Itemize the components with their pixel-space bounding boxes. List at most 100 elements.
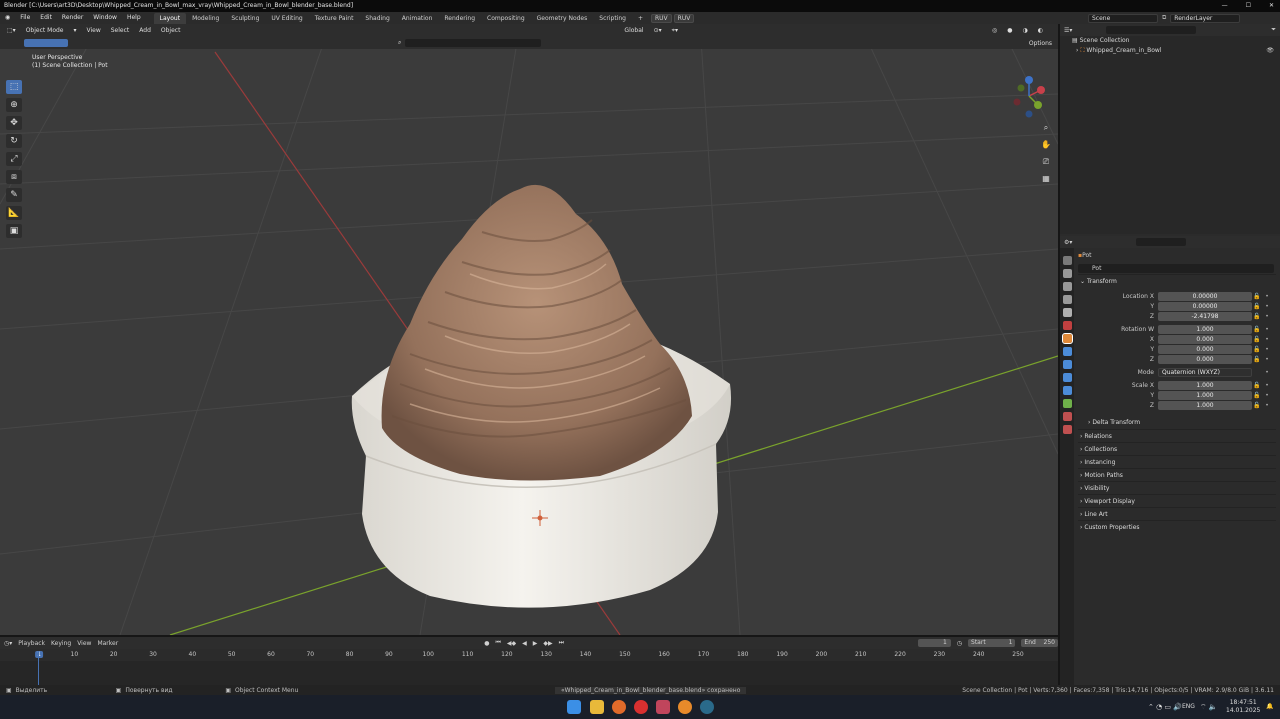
editor-type-icon[interactable]: ⬚▾: [4, 25, 19, 36]
physics-tab-icon[interactable]: [1062, 373, 1072, 382]
visibility-eye-icon[interactable]: 👁: [1266, 46, 1274, 56]
tool-tab-icon[interactable]: [1062, 256, 1072, 265]
timeline-track-area[interactable]: [0, 651, 1058, 685]
lock-icon[interactable]: 🔓: [1252, 293, 1262, 300]
anydesk-icon[interactable]: [656, 700, 670, 714]
ortho-grid-icon[interactable]: ▦: [1040, 173, 1052, 185]
tab-sculpting[interactable]: Sculpting: [225, 13, 265, 24]
rotation-w-field[interactable]: 1.000: [1158, 324, 1252, 334]
output-tab-icon[interactable]: [1062, 282, 1072, 291]
keyframe-dot-icon[interactable]: •: [1262, 326, 1272, 333]
scale-y-field[interactable]: 1.000: [1158, 390, 1252, 400]
texture-tab-icon[interactable]: [1062, 425, 1072, 434]
close-icon[interactable]: ✕: [1269, 0, 1274, 12]
lock-icon[interactable]: 🔓: [1252, 382, 1262, 389]
keyframe-dot-icon[interactable]: •: [1262, 382, 1272, 389]
timeline-menu-keying[interactable]: Keying: [51, 640, 71, 647]
viewport-menu-view[interactable]: View: [84, 25, 104, 36]
lock-icon[interactable]: 🔓: [1252, 326, 1262, 333]
notifications-icon[interactable]: 🔔: [1266, 703, 1273, 710]
end-frame-field[interactable]: End 250: [1021, 639, 1058, 647]
filter-icon[interactable]: ⏷: [1271, 26, 1276, 34]
rotation-mode-dropdown[interactable]: Quaternion (WXYZ): [1158, 367, 1252, 377]
add-workspace-icon[interactable]: +: [632, 13, 649, 24]
shading-material-icon[interactable]: ◑: [1020, 25, 1031, 36]
location-y-field[interactable]: 0.00000: [1158, 301, 1252, 311]
firefox-icon[interactable]: [612, 700, 626, 714]
orientation-dropdown[interactable]: Global: [621, 25, 646, 36]
keyframe-dot-icon[interactable]: •: [1262, 336, 1272, 343]
measure-icon[interactable]: 📐: [6, 206, 22, 220]
network-volume-icon[interactable]: ⌔ 🔈: [1200, 703, 1218, 712]
tab-animation[interactable]: Animation: [396, 13, 439, 24]
tab-shading[interactable]: Shading: [359, 13, 395, 24]
mode-dropdown[interactable]: Object Mode: [23, 25, 67, 36]
constraints-tab-icon[interactable]: [1062, 386, 1072, 395]
camera-view-icon[interactable]: ⎚: [1040, 156, 1052, 168]
viewport-search-icon[interactable]: ⌕: [398, 39, 401, 47]
viewport-filter-input[interactable]: [405, 39, 542, 47]
shading-wireframe-icon[interactable]: ◎: [989, 25, 1000, 36]
timeline-menu-playback[interactable]: Playback: [18, 640, 45, 647]
timeline-menu-marker[interactable]: Marker: [97, 640, 118, 647]
shading-rendered-icon[interactable]: ◐: [1035, 25, 1046, 36]
properties-editor-icon[interactable]: ⚙▾: [1064, 239, 1072, 246]
lock-icon[interactable]: 🔓: [1252, 402, 1262, 409]
lock-icon[interactable]: 🔓: [1252, 356, 1262, 363]
tab-uv-editing[interactable]: UV Editing: [265, 13, 308, 24]
tab-texture-paint[interactable]: Texture Paint: [309, 13, 360, 24]
file-explorer-icon[interactable]: [590, 700, 604, 714]
start-frame-field[interactable]: Start 1: [968, 639, 1016, 647]
keyframe-dot-icon[interactable]: •: [1262, 392, 1272, 399]
rotation-x-field[interactable]: 0.000: [1158, 334, 1252, 344]
view-layer-tab-icon[interactable]: [1062, 295, 1072, 304]
keyframe-dot-icon[interactable]: •: [1262, 313, 1272, 320]
shading-solid-icon[interactable]: ●: [1004, 25, 1015, 36]
zoom-icon[interactable]: ⌕: [1040, 122, 1052, 134]
tab-compositing[interactable]: Compositing: [481, 13, 531, 24]
app-icon[interactable]: [700, 700, 714, 714]
material-tab-icon[interactable]: [1062, 412, 1072, 421]
world-tab-icon[interactable]: [1062, 321, 1072, 330]
snap-icon[interactable]: ⌖▾: [669, 25, 681, 36]
current-frame-field[interactable]: 1: [917, 639, 951, 647]
rotation-z-field[interactable]: 0.000: [1158, 354, 1252, 364]
location-x-field[interactable]: 0.00000: [1158, 291, 1252, 301]
windows-start-icon[interactable]: [567, 700, 581, 714]
timeline-ruler[interactable]: 1 10 20 30 40 50 60 70 80 90 100 110 120 130 140 150 160…: [0, 651, 1058, 661]
minimize-icon[interactable]: —: [1222, 0, 1228, 12]
modifier-tab-icon[interactable]: [1062, 347, 1072, 356]
menu-render[interactable]: Render: [57, 12, 88, 24]
transform-panel-header[interactable]: ⌄ Transform: [1078, 274, 1276, 287]
language-indicator[interactable]: ENG: [1182, 703, 1195, 710]
lock-icon[interactable]: 🔓: [1252, 346, 1262, 353]
viewport-menu-select[interactable]: Select: [108, 25, 133, 36]
whipped-cream-model[interactable]: [381, 184, 692, 481]
options-dropdown[interactable]: Options: [1029, 40, 1058, 47]
scale-z-field[interactable]: 1.000: [1158, 400, 1252, 410]
chevron-down-icon[interactable]: ▾: [70, 25, 79, 36]
menu-file[interactable]: File: [15, 12, 35, 24]
play-icon[interactable]: ▶: [533, 640, 538, 647]
pan-hand-icon[interactable]: ✋: [1040, 139, 1052, 151]
render-tab-icon[interactable]: [1062, 269, 1072, 278]
panel-custom-properties[interactable]: › Custom Properties: [1078, 520, 1276, 533]
menu-edit[interactable]: Edit: [35, 12, 57, 24]
add-cube-icon[interactable]: ▣: [6, 224, 22, 238]
scene-field[interactable]: Scene: [1088, 13, 1158, 23]
rotation-y-field[interactable]: 0.000: [1158, 344, 1252, 354]
keyframe-dot-icon[interactable]: •: [1262, 303, 1272, 310]
select-box-icon[interactable]: ⬚: [6, 80, 22, 94]
tab-layout[interactable]: Layout: [153, 12, 187, 24]
scene-tab-icon[interactable]: [1062, 308, 1072, 317]
panel-line-art[interactable]: › Line Art: [1078, 507, 1276, 520]
scale-icon[interactable]: ⤢: [6, 152, 22, 166]
panel-visibility[interactable]: › Visibility: [1078, 481, 1276, 494]
keyframe-dot-icon[interactable]: •: [1262, 356, 1272, 363]
play-reverse-icon[interactable]: ◀: [522, 640, 527, 647]
keyframe-dot-icon[interactable]: •: [1262, 402, 1272, 409]
rotate-icon[interactable]: ↻: [6, 134, 22, 148]
tab-scripting[interactable]: Scripting: [593, 13, 632, 24]
3d-viewport[interactable]: ⬚▾ Object Mode ▾ View Select Add Object …: [0, 24, 1058, 635]
timeline-menu-view[interactable]: View: [77, 640, 91, 647]
